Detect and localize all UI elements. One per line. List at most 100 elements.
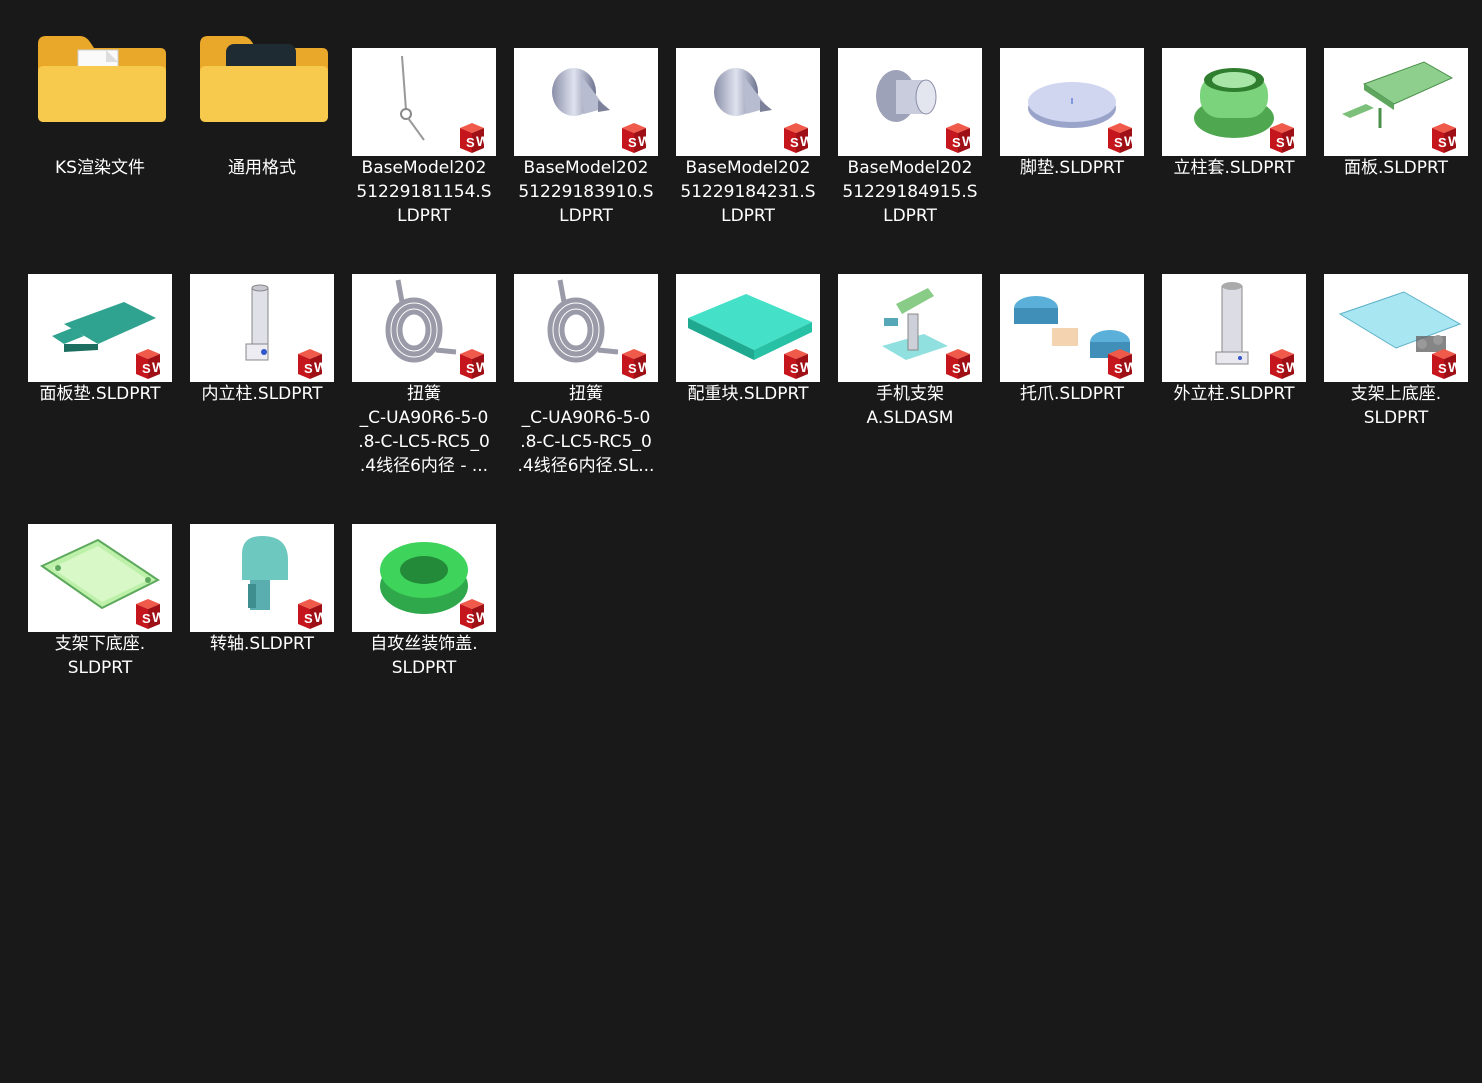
svg-text:W: W bbox=[962, 133, 976, 149]
svg-text:W: W bbox=[1448, 133, 1462, 149]
file-name-line: 扭簧 bbox=[569, 384, 603, 404]
thumbnail: S W bbox=[190, 274, 334, 382]
file-name-line: SLDPRT bbox=[391, 658, 457, 678]
svg-text:S: S bbox=[304, 361, 313, 376]
solidworks-badge-icon: S W bbox=[946, 349, 976, 379]
file-name-line: .8-C-LC5-RC5_0 bbox=[358, 432, 490, 452]
svg-text:W: W bbox=[638, 359, 652, 375]
solidworks-badge-icon: S W bbox=[622, 349, 652, 379]
file-name-label: 自攻丝装饰盖. SLDPRT bbox=[349, 632, 499, 680]
file-name-line: KS渲染文件 bbox=[55, 158, 145, 178]
svg-text:S: S bbox=[952, 135, 961, 150]
solidworks-badge-icon: S W bbox=[1270, 123, 1300, 153]
thumbnail: S W bbox=[514, 274, 658, 382]
file-name-label: 支架上底座. SLDPRT bbox=[1321, 382, 1471, 430]
solidworks-badge-icon: S W bbox=[1108, 349, 1138, 379]
file-name-line: .4线径6内径.SL... bbox=[517, 456, 655, 476]
thumbnail: S W bbox=[28, 524, 172, 632]
svg-text:W: W bbox=[1448, 359, 1462, 375]
svg-text:S: S bbox=[628, 361, 637, 376]
file-name-line: 脚垫.SLDPRT bbox=[1020, 158, 1124, 178]
file-name-line: 支架上底座. bbox=[1350, 384, 1442, 404]
svg-text:W: W bbox=[152, 359, 166, 375]
svg-text:S: S bbox=[466, 135, 475, 150]
solidworks-badge-icon: S W bbox=[136, 349, 166, 379]
file-name-line: BaseModel202 bbox=[361, 158, 487, 178]
solidworks-badge-icon: S W bbox=[1432, 123, 1462, 153]
solidworks-badge-icon: S W bbox=[298, 599, 328, 629]
file-name-line: 51229184231.S bbox=[680, 182, 816, 202]
svg-text:W: W bbox=[152, 609, 166, 625]
file-name-label: 扭簧 _C-UA90R6-5-0 .8-C-LC5-RC5_0 .4线径6内径.SL.… bbox=[511, 382, 661, 478]
solidworks-badge-icon: S W bbox=[622, 123, 652, 153]
svg-text:S: S bbox=[142, 361, 151, 376]
file-name-line: SLDPRT bbox=[67, 658, 133, 678]
solidworks-badge-icon: S W bbox=[460, 349, 490, 379]
thumbnail: S W bbox=[352, 524, 496, 632]
svg-text:S: S bbox=[466, 361, 475, 376]
svg-text:W: W bbox=[800, 359, 814, 375]
file-name-label: BaseModel202 51229183910.S LDPRT bbox=[511, 156, 661, 228]
file-name-label: 支架下底座. SLDPRT bbox=[25, 632, 175, 680]
thumbnail: S W bbox=[1324, 274, 1468, 382]
svg-text:W: W bbox=[476, 359, 490, 375]
thumbnail: S W bbox=[1000, 48, 1144, 156]
thumbnail: S W bbox=[838, 48, 982, 156]
file-name-line: 配重块.SLDPRT bbox=[687, 384, 809, 404]
file-name-label: 面板垫.SLDPRT bbox=[25, 382, 175, 406]
svg-text:W: W bbox=[1286, 133, 1300, 149]
solidworks-badge-icon: S W bbox=[1270, 349, 1300, 379]
svg-text:S: S bbox=[790, 361, 799, 376]
file-name-line: 内立柱.SLDPRT bbox=[201, 384, 323, 404]
thumbnail bbox=[28, 24, 172, 132]
svg-text:S: S bbox=[1114, 135, 1123, 150]
file-name-line: BaseModel202 bbox=[847, 158, 973, 178]
file-name-label: 托爪.SLDPRT bbox=[997, 382, 1147, 406]
file-name-label: 通用格式 bbox=[187, 156, 337, 180]
file-name-label: KS渲染文件 bbox=[25, 156, 175, 180]
file-name-line: LDPRT bbox=[397, 206, 451, 226]
file-name-label: BaseModel202 51229184231.S LDPRT bbox=[673, 156, 823, 228]
folder-document-icon bbox=[28, 24, 172, 136]
file-name-line: 立柱套.SLDPRT bbox=[1173, 158, 1295, 178]
file-name-line: LDPRT bbox=[721, 206, 775, 226]
thumbnail: S W bbox=[28, 274, 172, 382]
svg-text:S: S bbox=[952, 361, 961, 376]
file-name-line: 支架下底座. bbox=[54, 634, 146, 654]
thumbnail: S W bbox=[1000, 274, 1144, 382]
file-name-line: _C-UA90R6-5-0 bbox=[359, 408, 489, 428]
svg-text:S: S bbox=[790, 135, 799, 150]
svg-text:W: W bbox=[1124, 359, 1138, 375]
svg-text:S: S bbox=[1438, 361, 1447, 376]
file-name-label: 手机支架 A.SLDASM bbox=[835, 382, 985, 430]
solidworks-badge-icon: S W bbox=[460, 123, 490, 153]
solidworks-badge-icon: S W bbox=[460, 599, 490, 629]
svg-text:S: S bbox=[1276, 361, 1285, 376]
thumbnail: S W bbox=[1162, 274, 1306, 382]
thumbnail: S W bbox=[190, 524, 334, 632]
file-name-line: 转轴.SLDPRT bbox=[210, 634, 314, 654]
svg-text:S: S bbox=[1114, 361, 1123, 376]
thumbnail: S W bbox=[514, 48, 658, 156]
svg-text:W: W bbox=[476, 609, 490, 625]
file-name-line: 扭簧 bbox=[407, 384, 441, 404]
file-name-label: 内立柱.SLDPRT bbox=[187, 382, 337, 406]
file-name-line: 外立柱.SLDPRT bbox=[1173, 384, 1295, 404]
file-name-label: 立柱套.SLDPRT bbox=[1159, 156, 1309, 180]
svg-text:S: S bbox=[304, 611, 313, 626]
file-name-line: A.SLDASM bbox=[866, 408, 954, 428]
svg-text:S: S bbox=[628, 135, 637, 150]
thumbnail: S W bbox=[352, 274, 496, 382]
file-name-line: 51229184915.S bbox=[842, 182, 978, 202]
file-name-line: .4线径6内径 - ... bbox=[359, 456, 489, 476]
file-name-line: LDPRT bbox=[559, 206, 613, 226]
file-name-line: 手机支架 bbox=[876, 384, 944, 404]
file-name-line: SLDPRT bbox=[1363, 408, 1429, 428]
file-name-line: 51229183910.S bbox=[518, 182, 654, 202]
svg-text:W: W bbox=[638, 133, 652, 149]
file-name-label: BaseModel202 51229184915.S LDPRT bbox=[835, 156, 985, 228]
solidworks-badge-icon: S W bbox=[1432, 349, 1462, 379]
solidworks-badge-icon: S W bbox=[136, 599, 166, 629]
solidworks-badge-icon: S W bbox=[784, 349, 814, 379]
thumbnail: S W bbox=[1162, 48, 1306, 156]
